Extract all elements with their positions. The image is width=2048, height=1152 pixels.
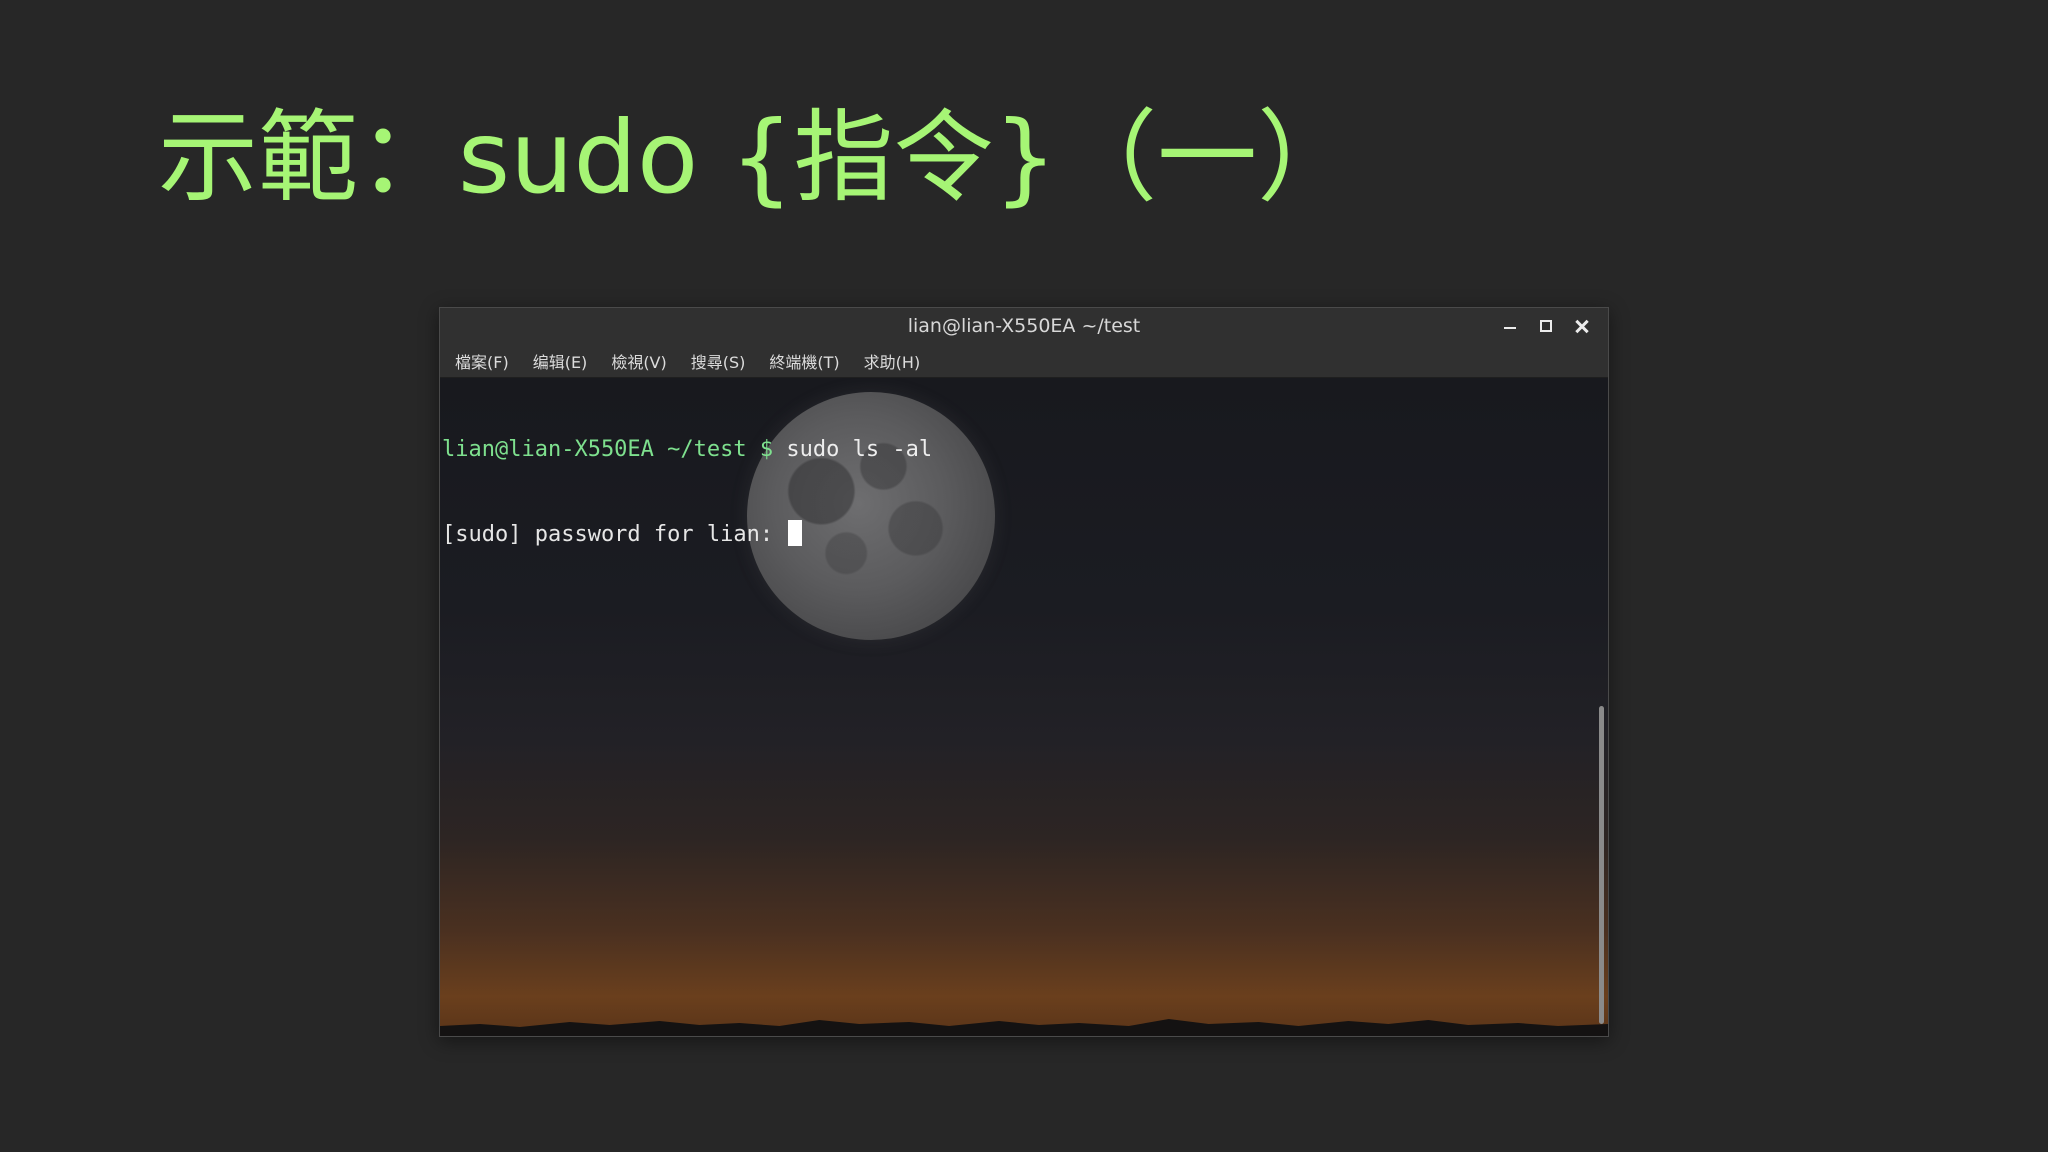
maximize-icon xyxy=(1528,308,1564,344)
hills-silhouette xyxy=(440,1019,1608,1036)
menu-item-help[interactable]: 求助(H) xyxy=(855,345,930,377)
close-icon xyxy=(1564,308,1600,344)
minimize-button[interactable] xyxy=(1492,308,1528,344)
minimize-icon xyxy=(1492,308,1528,344)
shell-prompt: lian@lian-X550EA ~/test $ xyxy=(442,437,787,462)
text-cursor xyxy=(788,520,803,546)
menu-item-search[interactable]: 搜尋(S) xyxy=(682,345,755,377)
slide-title: 示範：sudo {指令}（一） xyxy=(158,99,1358,216)
scrollbar[interactable] xyxy=(1596,378,1604,1036)
terminal-output: lian@lian-X550EA ~/test $ sudo ls -al [s… xyxy=(442,380,932,604)
menubar: 檔案(F) 编辑(E) 檢視(V) 搜尋(S) 終端機(T) 求助(H) xyxy=(440,344,1608,378)
window-titlebar[interactable]: lian@lian-X550EA ~/test xyxy=(440,308,1608,344)
close-button[interactable] xyxy=(1564,308,1600,344)
window-controls xyxy=(1492,308,1600,344)
terminal-body[interactable]: lian@lian-X550EA ~/test $ sudo ls -al [s… xyxy=(440,378,1608,1036)
terminal-window[interactable]: lian@lian-X550EA ~/test 檔案(F) 编辑(E) 檢視(V… xyxy=(439,307,1609,1037)
terminal-line: [sudo] password for lian: xyxy=(442,520,932,548)
scrollbar-thumb[interactable] xyxy=(1599,706,1604,1024)
menu-item-terminal[interactable]: 終端機(T) xyxy=(760,345,848,377)
maximize-button[interactable] xyxy=(1528,308,1564,344)
menu-item-edit[interactable]: 编辑(E) xyxy=(524,345,597,377)
menu-item-file[interactable]: 檔案(F) xyxy=(446,345,518,377)
shell-command: sudo ls -al xyxy=(786,437,933,462)
window-title: lian@lian-X550EA ~/test xyxy=(907,315,1141,337)
menu-item-view[interactable]: 檢視(V) xyxy=(602,345,675,377)
terminal-line: lian@lian-X550EA ~/test $ sudo ls -al xyxy=(442,436,932,464)
sudo-password-prompt: [sudo] password for lian: xyxy=(442,522,787,547)
